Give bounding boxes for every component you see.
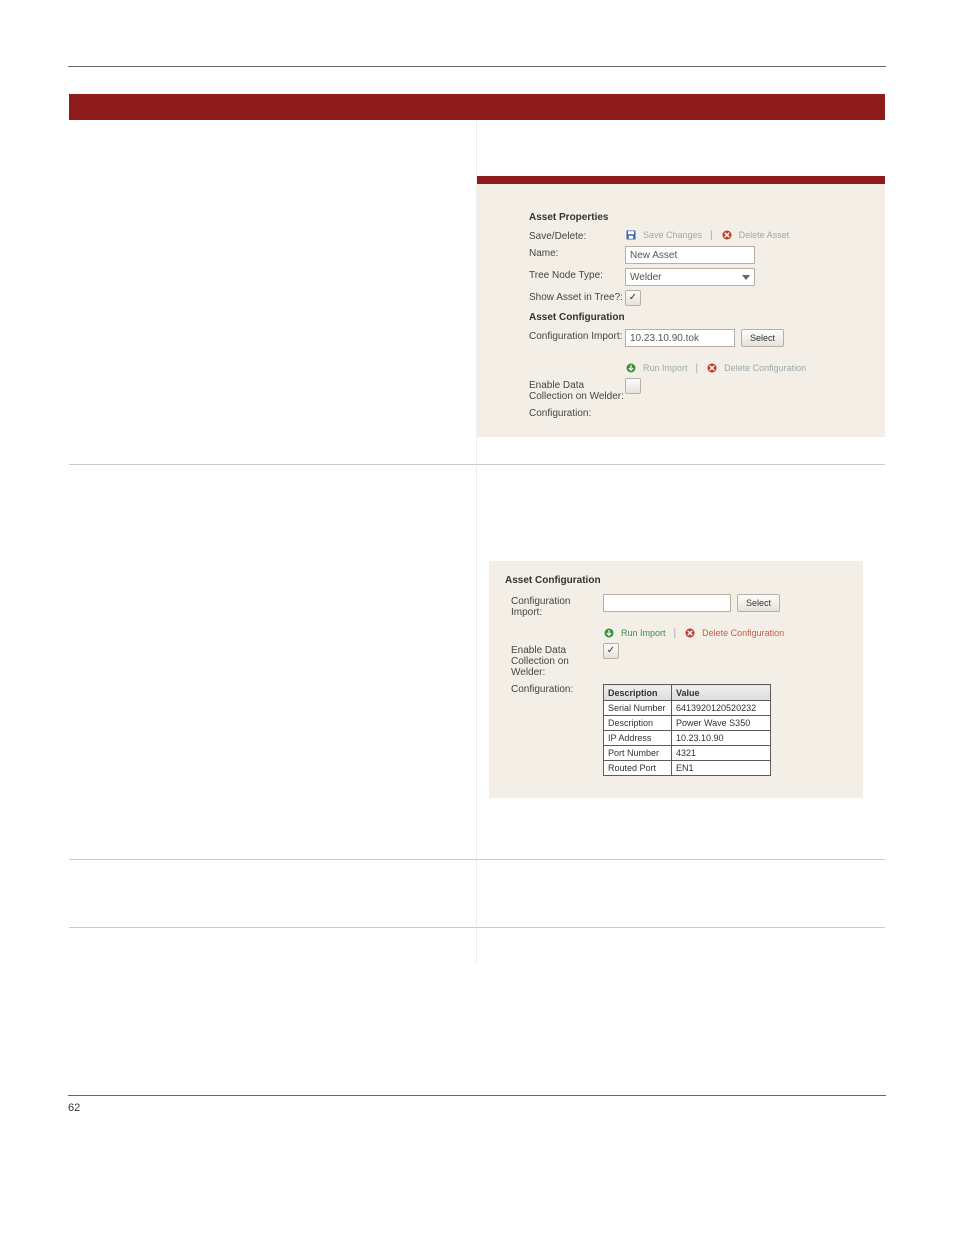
select-button[interactable]: Select [741,329,784,347]
tree-node-value: Welder [630,272,662,283]
select-button-2[interactable]: Select [737,594,780,612]
delete-asset-link[interactable]: Delete Asset [739,230,790,240]
save-changes-link[interactable]: Save Changes [643,230,702,240]
asset-properties-panel: Asset Properties Save/Delete: Save Chang… [477,176,885,437]
table-row: Port Number4321 [604,746,771,761]
save-delete-label: Save/Delete: [529,229,625,242]
import-icon [625,362,637,374]
delete-config-icon [684,627,696,639]
row3-left [69,860,477,928]
check-icon: ✓ [607,646,615,656]
enable-data-label: Enable Data Collection on Welder: [529,378,625,402]
table-row: Serial Number6413920120520232 [604,701,771,716]
enable-data-checkbox-2[interactable]: ✓ [603,643,619,659]
row2-left [69,465,477,860]
config-import-label: Configuration Import: [529,329,625,342]
show-in-tree-label: Show Asset in Tree?: [529,290,625,303]
configuration-label: Configuration: [529,406,625,419]
show-in-tree-checkbox[interactable]: ✓ [625,290,641,306]
col-value: Value [672,685,771,701]
divider: | [696,363,699,374]
tree-node-select[interactable]: Welder [625,268,755,286]
import-icon [603,627,615,639]
asset-config-heading-2: Asset Configuration [505,575,841,586]
row1-left [69,120,477,465]
config-import-label-2: Configuration Import: [511,594,603,618]
row3-right [477,860,885,928]
row1-right: Asset Properties Save/Delete: Save Chang… [477,120,885,465]
divider: | [674,628,677,639]
table-header-right [477,94,885,120]
config-table: Description Value Serial Number641392012… [603,684,771,776]
delete-config-link[interactable]: Delete Configuration [724,363,806,373]
row4-right [477,928,885,964]
name-input[interactable] [625,246,755,264]
divider: | [710,230,713,241]
delete-config-link-2[interactable]: Delete Configuration [702,628,784,638]
tree-node-label: Tree Node Type: [529,268,625,281]
check-icon: ✓ [629,293,637,303]
table-header-left [69,94,477,120]
enable-data-label-2: Enable Data Collection on Welder: [511,643,603,678]
asset-config-heading: Asset Configuration [529,312,875,323]
table-row: IP Address10.23.10.90 [604,731,771,746]
row4-left [69,928,477,964]
table-row: DescriptionPower Wave S350 [604,716,771,731]
enable-data-checkbox[interactable] [625,378,641,394]
run-import-link-2[interactable]: Run Import [621,628,666,638]
col-description: Description [604,685,672,701]
asset-config-panel: Asset Configuration Configuration Import… [489,561,863,798]
asset-properties-heading: Asset Properties [529,212,875,223]
page-number: 62 [68,1096,886,1114]
run-import-link[interactable]: Run Import [643,363,688,373]
row2-right: Asset Configuration Configuration Import… [477,465,885,860]
config-import-input-2[interactable] [603,594,731,612]
configuration-label-2: Configuration: [511,682,603,695]
delete-config-icon [706,362,718,374]
table-row: Routed PortEN1 [604,761,771,776]
delete-icon [721,229,733,241]
chevron-down-icon [742,275,750,280]
config-import-input[interactable] [625,329,735,347]
save-icon [625,229,637,241]
name-label: Name: [529,246,625,259]
